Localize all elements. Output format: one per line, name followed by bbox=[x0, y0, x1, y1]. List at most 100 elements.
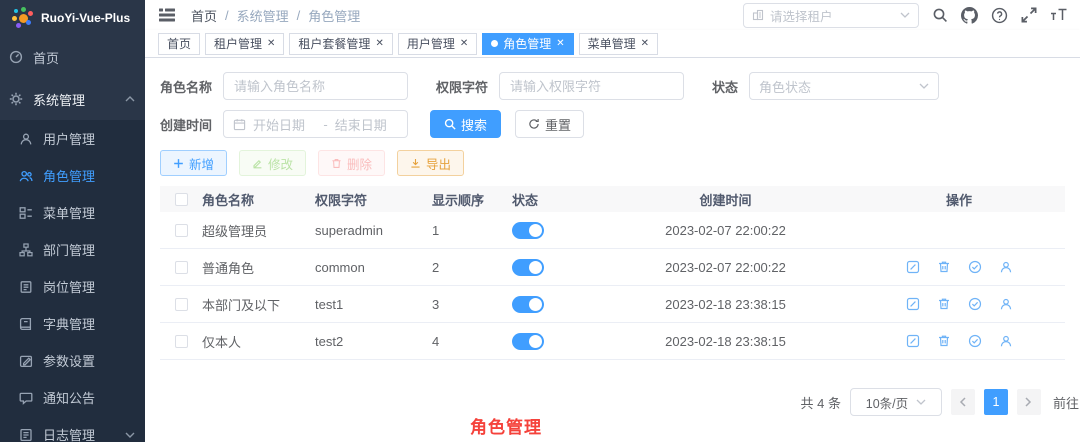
sidebar-item-label: 首页 bbox=[33, 50, 60, 66]
status-toggle[interactable] bbox=[512, 295, 544, 313]
check-circle-icon[interactable] bbox=[968, 334, 982, 348]
fullscreen-icon[interactable] bbox=[1021, 7, 1037, 23]
search-icon[interactable] bbox=[932, 7, 948, 23]
status-toggle[interactable] bbox=[512, 221, 544, 239]
pagination-total: 共 4 条 bbox=[800, 395, 841, 411]
cell-actions bbox=[853, 260, 1065, 274]
tenant-select[interactable]: 请选择租户 bbox=[743, 2, 919, 28]
sidebar-item-departments[interactable]: 部门管理 bbox=[0, 231, 145, 268]
sidebar-item-roles[interactable]: 角色管理 bbox=[0, 157, 145, 194]
export-button-label: 导出 bbox=[426, 157, 452, 172]
delete-button-label: 删除 bbox=[347, 157, 373, 172]
github-icon[interactable] bbox=[961, 6, 978, 24]
app-logo-icon bbox=[12, 7, 34, 29]
date-range-picker[interactable]: 开始日期 - 结束日期 bbox=[223, 110, 409, 138]
sidebar-item-menus[interactable]: 菜单管理 bbox=[0, 194, 145, 231]
sidebar-item-label: 用户管理 bbox=[43, 132, 96, 147]
select-all-checkbox[interactable] bbox=[174, 192, 188, 206]
close-icon[interactable]: ✕ bbox=[375, 38, 383, 49]
delete-icon[interactable] bbox=[937, 297, 951, 311]
tab-tenant-package[interactable]: 租户套餐管理 ✕ bbox=[289, 32, 393, 55]
edit-icon[interactable] bbox=[906, 334, 920, 348]
tab-label: 租户套餐管理 bbox=[298, 37, 371, 51]
sidebar: RuoYi-Vue-Plus 首页 系统管理 用户管理 角色管理 菜单管理 部门… bbox=[0, 0, 145, 442]
edit-icon[interactable] bbox=[906, 260, 920, 274]
sidebar-item-label: 字典管理 bbox=[43, 317, 96, 332]
font-size-icon[interactable] bbox=[1050, 8, 1068, 22]
delete-icon[interactable] bbox=[937, 334, 951, 348]
breadcrumb-separator: / bbox=[225, 7, 229, 23]
status-select[interactable]: 角色状态 bbox=[749, 72, 940, 100]
filter-created: 创建时间 开始日期 - 结束日期 bbox=[160, 110, 409, 138]
breadcrumb: 首页 / 系统管理 / 角色管理 bbox=[191, 6, 360, 25]
sidebar-item-users[interactable]: 用户管理 bbox=[0, 120, 145, 157]
peoples-icon bbox=[19, 169, 33, 183]
sidebar-item-notices[interactable]: 通知公告 bbox=[0, 379, 145, 416]
tab-users[interactable]: 用户管理 ✕ bbox=[397, 32, 478, 55]
row-checkbox[interactable] bbox=[174, 297, 188, 311]
plus-icon bbox=[173, 158, 184, 169]
table-toolbar: 新增 修改 删除 导出 bbox=[160, 150, 1065, 176]
sidebar-fold-icon[interactable] bbox=[153, 8, 181, 22]
row-checkbox[interactable] bbox=[174, 260, 188, 274]
assign-user-icon[interactable] bbox=[999, 297, 1013, 311]
row-checkbox[interactable] bbox=[174, 334, 188, 348]
close-icon[interactable]: ✕ bbox=[267, 38, 275, 49]
assign-user-icon[interactable] bbox=[999, 260, 1013, 274]
sidebar-item-label: 岗位管理 bbox=[43, 280, 96, 295]
gear-icon bbox=[9, 92, 23, 106]
add-button[interactable]: 新增 bbox=[160, 150, 228, 176]
role-name-input[interactable] bbox=[223, 72, 409, 100]
chevron-down-icon bbox=[919, 83, 929, 89]
sidebar-item-home[interactable]: 首页 bbox=[0, 36, 145, 78]
filter-status: 状态 角色状态 bbox=[712, 72, 940, 100]
status-toggle[interactable] bbox=[512, 258, 544, 276]
reset-button[interactable]: 重置 bbox=[515, 110, 585, 138]
sidebar-item-logs[interactable]: 日志管理 bbox=[0, 416, 145, 442]
cell-created: 2023-02-18 23:38:15 bbox=[665, 333, 786, 349]
cell-created: 2023-02-18 23:38:15 bbox=[665, 296, 786, 312]
sidebar-item-dict[interactable]: 字典管理 bbox=[0, 305, 145, 342]
close-icon[interactable]: ✕ bbox=[641, 38, 649, 49]
page-size-value: 10条/页 bbox=[865, 396, 909, 411]
cell-order: 2 bbox=[432, 259, 440, 275]
assign-user-icon[interactable] bbox=[999, 334, 1013, 348]
sidebar-item-label: 参数设置 bbox=[43, 354, 96, 369]
edit-button-label: 修改 bbox=[268, 157, 294, 172]
close-icon[interactable]: ✕ bbox=[460, 38, 468, 49]
row-checkbox[interactable] bbox=[174, 223, 188, 237]
help-icon[interactable] bbox=[991, 7, 1008, 24]
reset-button-label: 重置 bbox=[545, 117, 572, 133]
delete-icon[interactable] bbox=[937, 260, 951, 274]
filter-role-name: 角色名称 bbox=[160, 72, 409, 100]
page-size-select[interactable]: 10条/页 bbox=[849, 388, 942, 416]
breadcrumb-system[interactable]: 系统管理 bbox=[237, 6, 289, 25]
tab-menus[interactable]: 菜单管理 ✕ bbox=[578, 32, 659, 55]
app-title: RuoYi-Vue-Plus bbox=[41, 11, 131, 25]
next-page-button[interactable] bbox=[1016, 389, 1041, 415]
main-area: 首页 / 系统管理 / 角色管理 请选择租户 首页 租户管理 ✕ 租户套餐管理 … bbox=[145, 0, 1080, 442]
table-row: 普通角色 common 2 2023-02-07 22:00:22 bbox=[160, 249, 1065, 286]
search-button[interactable]: 搜索 bbox=[430, 110, 502, 138]
status-toggle[interactable] bbox=[512, 332, 544, 350]
edit-icon bbox=[19, 354, 33, 368]
close-icon[interactable]: ✕ bbox=[556, 38, 564, 49]
sidebar-item-posts[interactable]: 岗位管理 bbox=[0, 268, 145, 305]
tab-roles[interactable]: 角色管理 ✕ bbox=[482, 32, 574, 55]
page-number-button[interactable]: 1 bbox=[983, 389, 1008, 415]
prev-page-button[interactable] bbox=[950, 389, 975, 415]
cell-order: 3 bbox=[432, 296, 440, 312]
edit-icon[interactable] bbox=[906, 297, 920, 311]
export-button[interactable]: 导出 bbox=[397, 150, 465, 176]
tab-tenant[interactable]: 租户管理 ✕ bbox=[205, 32, 285, 55]
breadcrumb-home[interactable]: 首页 bbox=[191, 6, 217, 25]
check-circle-icon[interactable] bbox=[968, 297, 982, 311]
perm-key-input[interactable] bbox=[499, 72, 685, 100]
app-logo[interactable]: RuoYi-Vue-Plus bbox=[0, 0, 145, 36]
tab-home[interactable]: 首页 bbox=[158, 32, 201, 55]
dashboard-icon bbox=[9, 50, 23, 64]
check-circle-icon[interactable] bbox=[968, 260, 982, 274]
sidebar-item-params[interactable]: 参数设置 bbox=[0, 342, 145, 379]
sidebar-item-system[interactable]: 系统管理 bbox=[0, 78, 145, 120]
dict-icon bbox=[19, 317, 33, 331]
